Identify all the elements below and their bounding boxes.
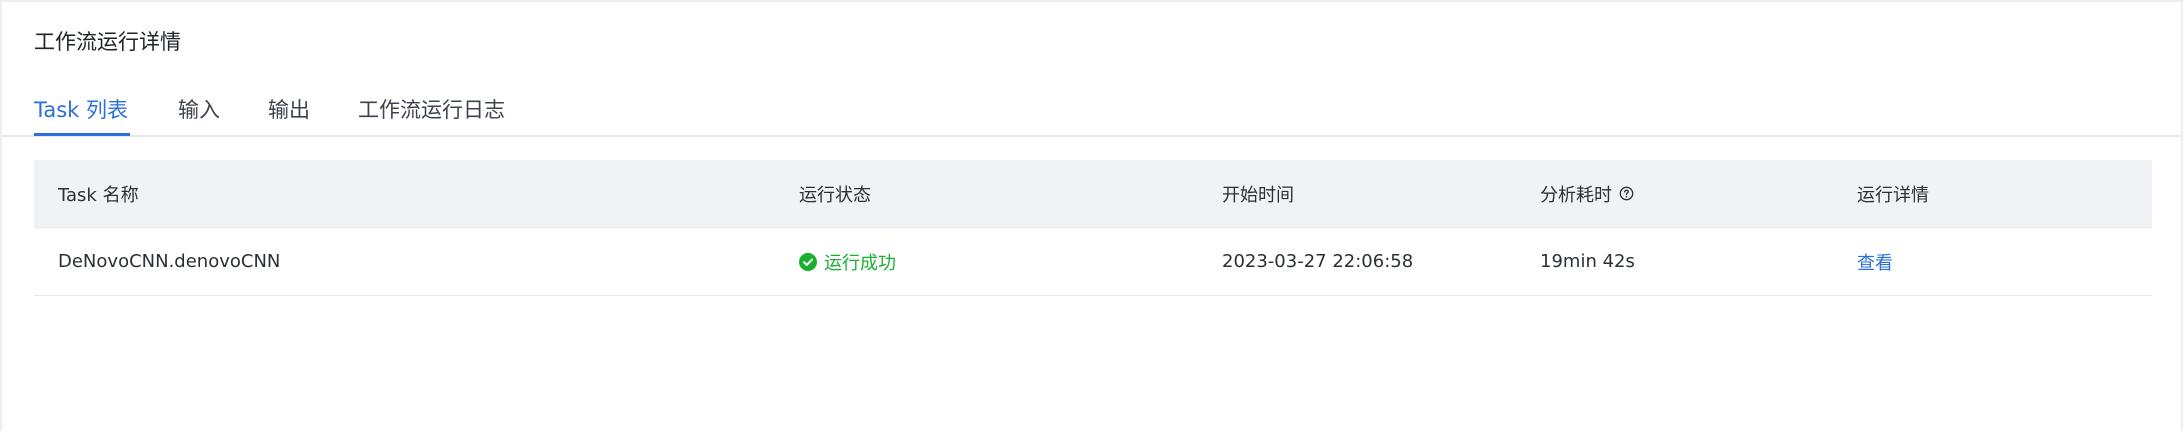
status-cell: 运行成功 (799, 228, 896, 295)
tab-input[interactable]: 输入 (178, 94, 220, 126)
column-header-status: 运行状态 (799, 184, 871, 206)
tab-task-list[interactable]: Task 列表 (34, 94, 128, 126)
page-title: 工作流运行详情 (34, 30, 181, 54)
task-name-cell: DeNovoCNN.denovoCNN (58, 251, 281, 272)
check-circle-icon (799, 252, 817, 271)
column-header-duration-label: 分析耗时 (1540, 184, 1612, 206)
task-table: Task 名称 运行状态 开始时间 分析耗时 运行详情 DeNovoCNN.de… (34, 160, 2152, 296)
status-badge: 运行成功 (799, 249, 896, 275)
status-text: 运行成功 (824, 252, 896, 274)
tab-workflow-run-log[interactable]: 工作流运行日志 (358, 94, 505, 126)
column-header-run-detail: 运行详情 (1857, 184, 1929, 206)
detail-cell: 查看 (1857, 228, 1893, 295)
column-header-task-name: Task 名称 (58, 184, 139, 206)
table-header-row: Task 名称 运行状态 开始时间 分析耗时 运行详情 (34, 160, 2152, 228)
view-detail-link[interactable]: 查看 (1857, 249, 1893, 275)
table-row: DeNovoCNN.denovoCNN 运行成功 2023-03-27 22:0… (34, 228, 2152, 296)
duration-cell: 19min 42s (1540, 251, 1635, 272)
column-header-start-time: 开始时间 (1222, 184, 1294, 206)
tab-output[interactable]: 输出 (268, 94, 310, 126)
column-header-duration: 分析耗时 (1540, 160, 1634, 227)
tab-bar: Task 列表 输入 输出 工作流运行日志 (2, 88, 2183, 137)
active-tab-indicator (34, 133, 130, 136)
workflow-run-detail-panel: 工作流运行详情 Task 列表 输入 输出 工作流运行日志 Task 名称 运行… (0, 0, 2183, 431)
start-time-cell: 2023-03-27 22:06:58 (1222, 251, 1414, 272)
question-circle-icon[interactable] (1619, 186, 1634, 201)
